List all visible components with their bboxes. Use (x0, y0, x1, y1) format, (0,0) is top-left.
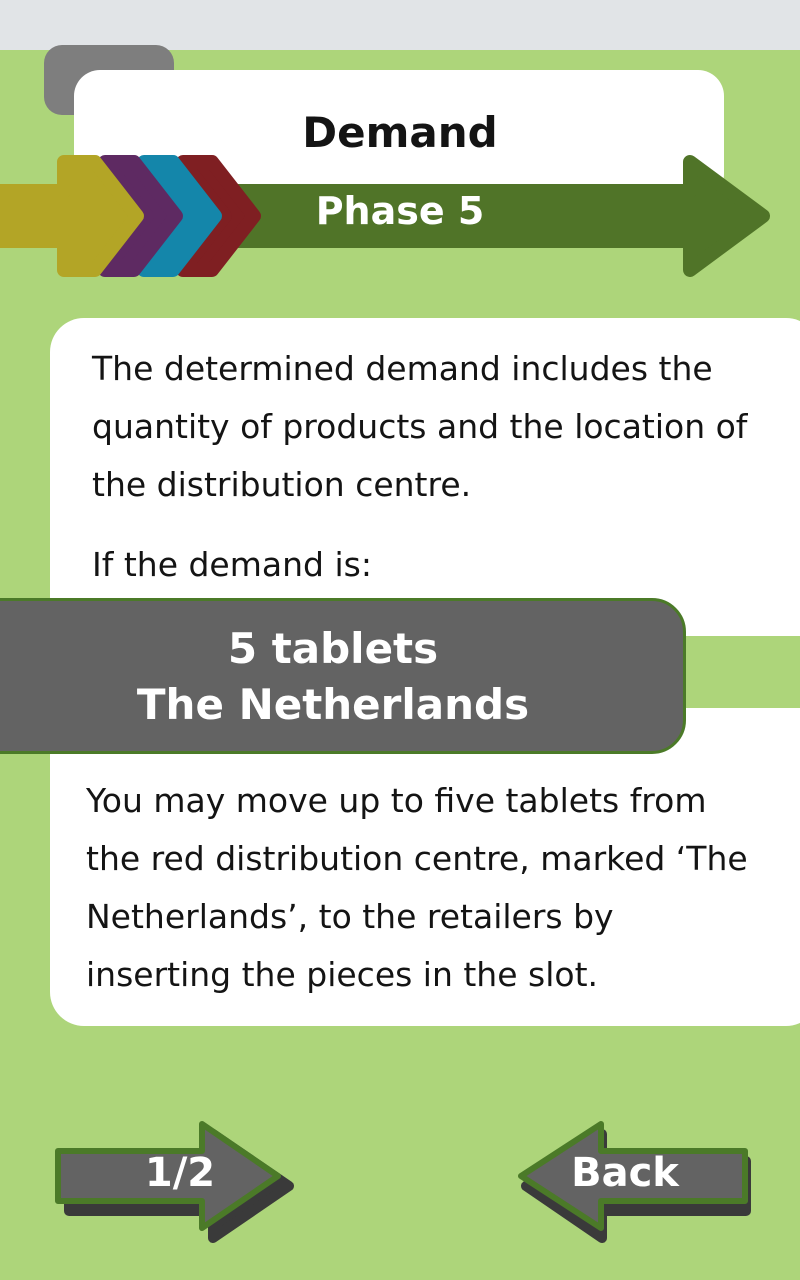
back-label[interactable]: Back (550, 1150, 700, 1196)
demand-quantity: 5 tablets (227, 624, 439, 673)
card-notch (680, 636, 800, 708)
demand-location: The Netherlands (136, 680, 530, 729)
intro-paragraph: The determined demand includes the quant… (92, 349, 748, 504)
chevron-yellow-icon (0, 155, 144, 277)
phase-label: Phase 5 (315, 189, 485, 233)
demand-box: 5 tablets The Netherlands (0, 598, 686, 754)
page-indicator-label[interactable]: 1/2 (110, 1150, 250, 1196)
demand-intro-text: If the demand is: (92, 545, 372, 584)
page-title: Demand (302, 108, 498, 157)
instruction-paragraph: You may move up to five tablets from the… (86, 781, 748, 994)
status-bar (0, 0, 800, 50)
